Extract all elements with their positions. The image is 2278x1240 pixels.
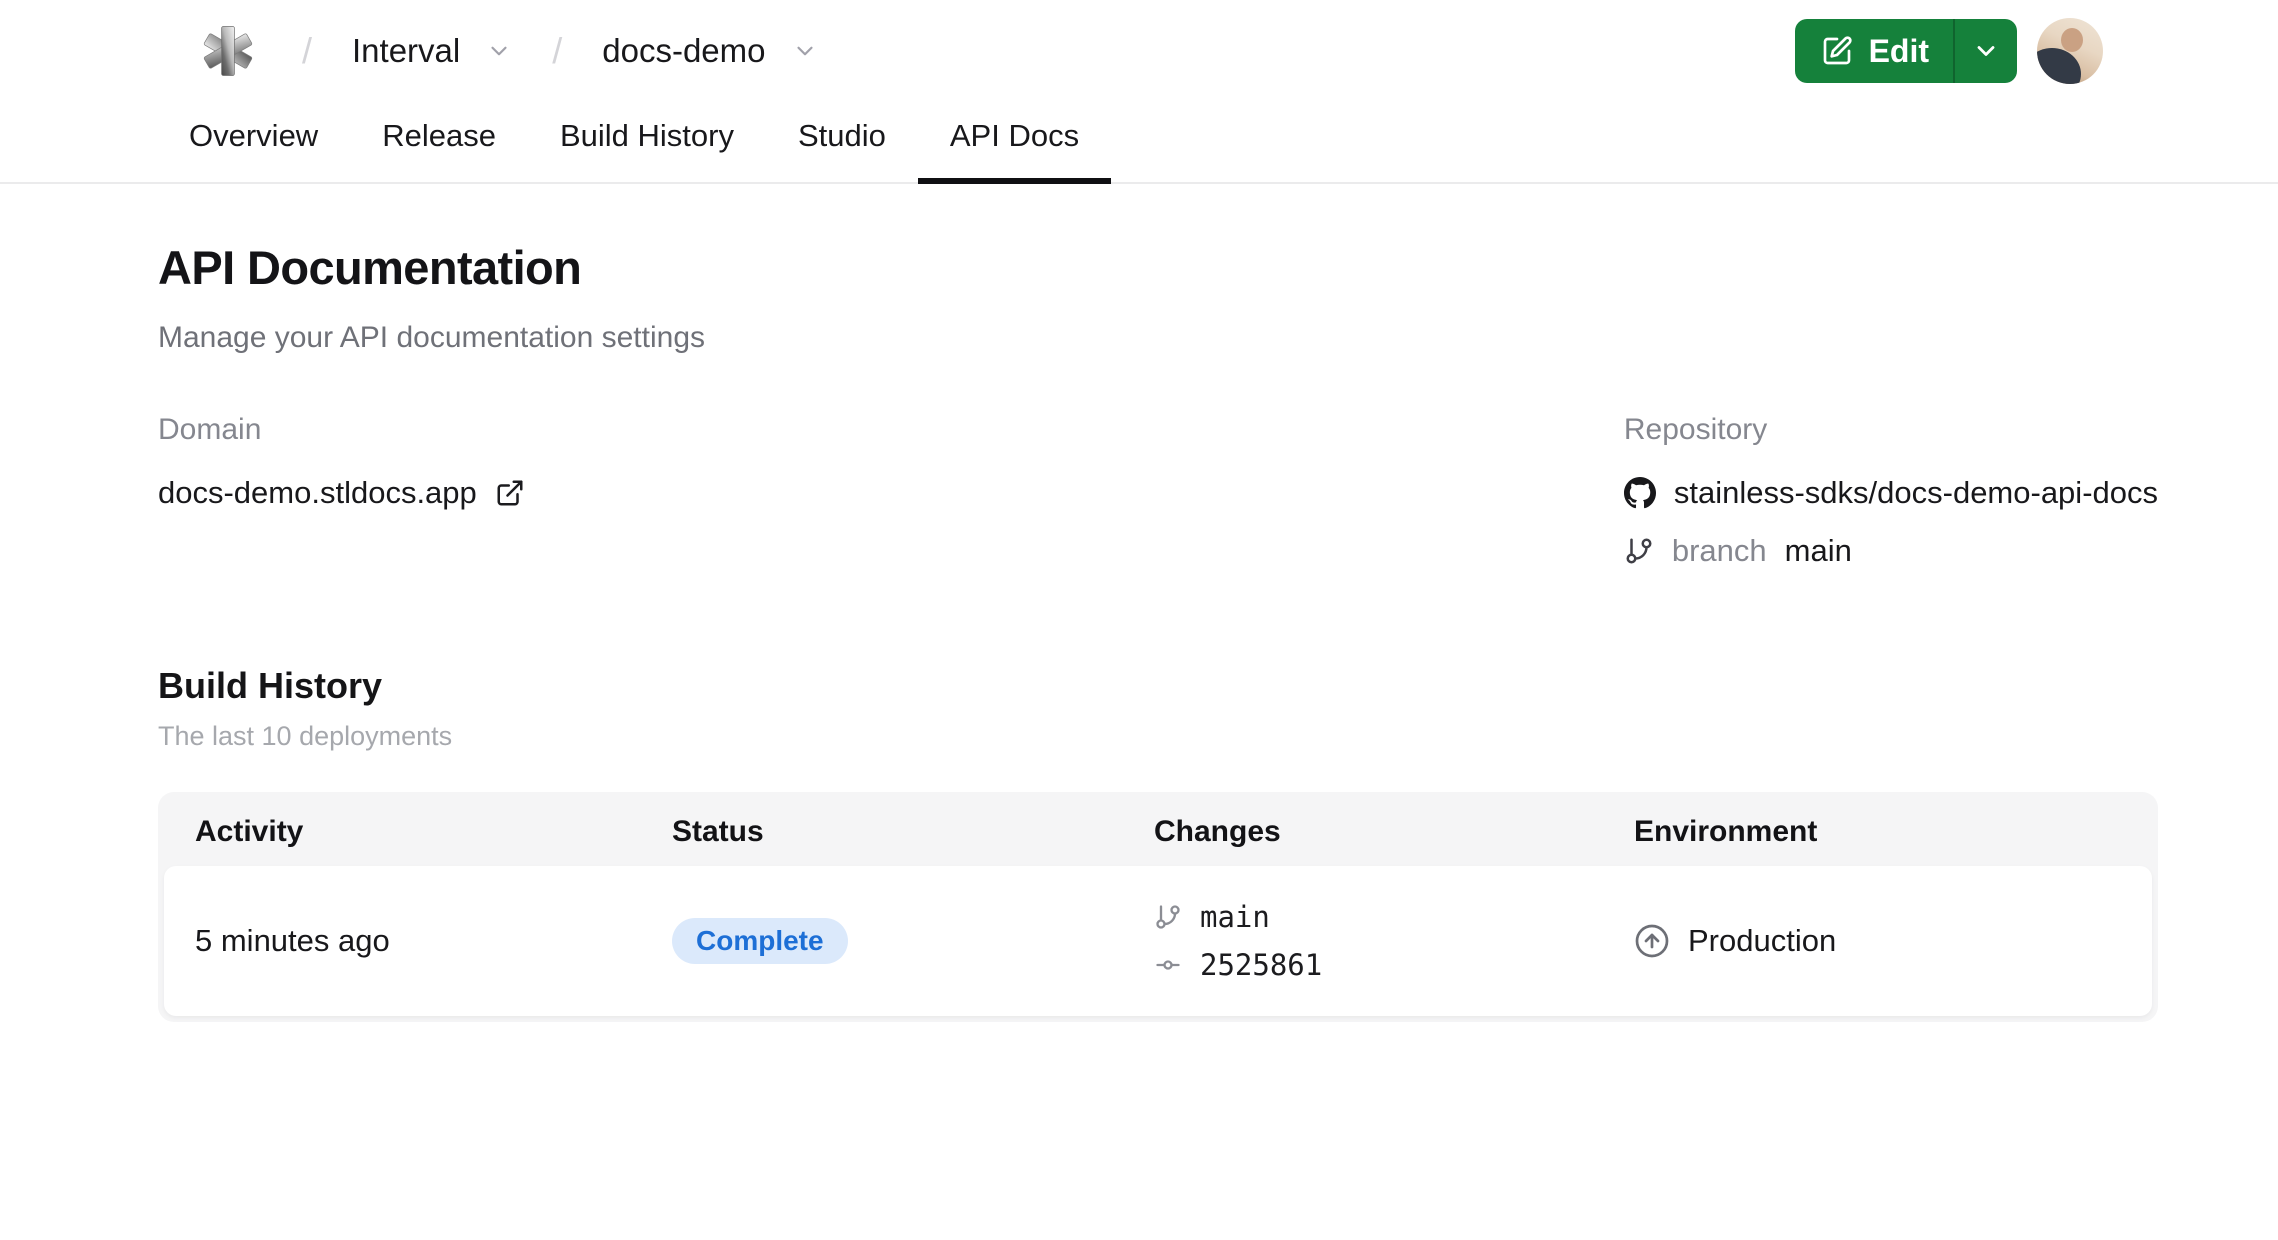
build-history-subtitle: The last 10 deployments	[158, 721, 453, 751]
edit-button[interactable]: Edit	[1795, 19, 1953, 83]
page-subtitle: Manage your API documentation settings	[158, 321, 706, 354]
branch-label: branch	[1671, 533, 1767, 568]
table-body-card: 5 minutes ago Complete main 2525861 Prod…	[164, 866, 2152, 1016]
circle-arrow-up-icon	[1634, 923, 1670, 959]
changes-cell: main 2525861	[1123, 900, 1603, 982]
project-name: docs-demo	[602, 32, 766, 69]
domain-block: Domain docs-demo.stldocs.app	[158, 413, 525, 511]
git-branch-icon	[1154, 903, 1182, 931]
row-branch: main	[1200, 900, 1270, 934]
edit-button-label: Edit	[1868, 32, 1929, 69]
row-environment: Production	[1688, 923, 1837, 958]
edit-dropdown-button[interactable]	[1955, 19, 2017, 83]
breadcrumb: / Interval / docs-demo	[200, 23, 828, 79]
table-row[interactable]: 5 minutes ago Complete main 2525861 Prod…	[164, 866, 2152, 1016]
breadcrumb-separator: /	[302, 30, 313, 71]
tab-studio[interactable]: Studio	[766, 108, 918, 182]
branch-name: main	[1784, 533, 1852, 568]
build-history-title: Build History	[158, 665, 383, 706]
activity-cell: 5 minutes ago	[195, 923, 390, 958]
org-switcher[interactable]: Interval	[342, 32, 522, 70]
breadcrumb-separator: /	[552, 30, 563, 71]
status-cell: Complete	[641, 917, 1123, 965]
org-name: Interval	[352, 32, 461, 69]
repository-label: Repository	[1623, 413, 1768, 446]
project-switcher[interactable]: docs-demo	[592, 32, 827, 70]
page-title: API Documentation	[158, 241, 582, 294]
git-commit-icon	[1154, 951, 1182, 979]
status-badge: Complete	[672, 917, 848, 965]
repository-block: Repository stainless-sdks/docs-demo-api-…	[1623, 413, 2158, 569]
repository-name[interactable]: stainless-sdks/docs-demo-api-docs	[1674, 475, 2158, 511]
docs-meta-section: Domain docs-demo.stldocs.app Repository	[158, 413, 2158, 569]
external-link-icon[interactable]	[495, 478, 525, 508]
chevron-down-icon	[792, 38, 818, 64]
chevron-down-icon	[1972, 37, 2000, 65]
column-header-activity: Activity	[195, 815, 304, 848]
tab-build-history[interactable]: Build History	[528, 108, 766, 182]
column-header-status: Status	[672, 815, 764, 848]
top-bar: / Interval / docs-demo Edit	[0, 0, 2278, 102]
tab-api-docs[interactable]: API Docs	[917, 108, 1112, 184]
stainless-logo-icon[interactable]	[200, 23, 256, 79]
column-header-changes: Changes	[1154, 815, 1281, 848]
user-avatar[interactable]	[2037, 18, 2103, 84]
tab-release[interactable]: Release	[350, 108, 528, 182]
domain-value: docs-demo.stldocs.app	[158, 475, 477, 510]
domain-label: Domain	[158, 413, 262, 446]
table-header-row: Activity Status Changes Environment	[164, 798, 2152, 866]
column-header-environment: Environment	[1634, 815, 1818, 848]
edit-split-button: Edit	[1794, 19, 2017, 83]
tab-bar: Overview Release Build History Studio AP…	[0, 108, 2278, 184]
row-commit: 2525861	[1200, 948, 1323, 982]
chevron-down-icon	[486, 38, 512, 64]
tab-overview[interactable]: Overview	[157, 108, 350, 182]
github-mark-icon	[1623, 477, 1656, 509]
top-bar-actions: Edit	[1794, 18, 2103, 84]
build-history-table: Activity Status Changes Environment 5 mi…	[158, 792, 2158, 1022]
environment-cell: Production	[1603, 923, 2152, 959]
git-branch-icon	[1624, 536, 1654, 566]
square-pen-icon	[1821, 35, 1853, 67]
main-content: API Documentation Manage your API docume…	[0, 184, 2278, 1022]
